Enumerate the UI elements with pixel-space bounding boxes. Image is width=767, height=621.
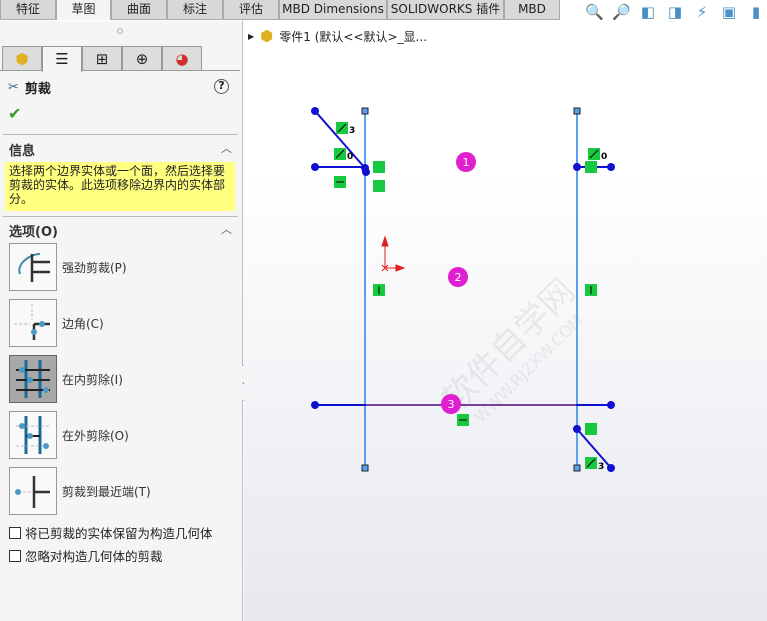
relation-count: 3 [598, 462, 604, 472]
endpoint-handle[interactable] [573, 107, 581, 115]
endpoint-handle[interactable] [361, 464, 369, 472]
coincident-relation-icon[interactable] [585, 161, 597, 173]
zoom-to-fit-icon[interactable]: 🔍 [585, 3, 604, 21]
command-manager-ribbon: 特征 草图 曲面 标注 评估 MBD Dimensions SOLIDWORKS… [0, 0, 767, 21]
configuration-manager-icon[interactable]: ⊞ [82, 46, 122, 71]
trim-away-inside-label: 在内剪除(I) [62, 373, 123, 387]
tab-mbd-dimensions[interactable]: MBD Dimensions [279, 0, 387, 20]
dynamic-annotation-icon[interactable]: ⚡ [693, 3, 711, 21]
relation-count: 0 [601, 152, 607, 162]
options-section-header[interactable]: 选项(O) [9, 221, 58, 240]
coincident-relation-icon[interactable] [373, 161, 385, 173]
trim-icon: ✂ [8, 80, 19, 95]
power-trim-button[interactable] [9, 243, 57, 291]
property-manager-panel: ⬢ ☰ ⊞ ⊕ ◕ ✂ 剪裁 ? ✔ 信息 ︿ 选择两个边界实体或一个面，然后选择… [0, 21, 243, 621]
ok-button[interactable]: ✔ [8, 104, 21, 123]
section-view-icon[interactable]: ◨ [666, 3, 684, 21]
coincident-relation-icon[interactable] [373, 180, 385, 192]
zoom-area-icon[interactable]: 🔎 [612, 3, 631, 21]
chevron-up-icon[interactable]: ︿ [221, 140, 232, 156]
property-manager-icon[interactable]: ☰ [42, 46, 82, 72]
panel-title: 剪裁 [24, 82, 51, 97]
origin-icon [381, 235, 406, 272]
trim-away-inside-icon [16, 360, 50, 398]
relation-count: 3 [349, 126, 355, 136]
coincident-relation-icon[interactable] [585, 423, 597, 435]
endpoint-handle[interactable] [573, 464, 581, 472]
trim-to-closest-icon [15, 476, 50, 508]
tab-sketch[interactable]: 草图 [56, 0, 111, 20]
tab-solidworks-addins[interactable]: SOLIDWORKS 插件 [387, 0, 504, 20]
balloon-number: 2 [455, 271, 462, 284]
tab-evaluate[interactable]: 评估 [223, 0, 279, 20]
checkbox-label: 将已剪裁的实体保留为构造几何体 [25, 526, 213, 541]
appearance-icon[interactable]: ◕ [162, 46, 202, 71]
trim-to-closest-button[interactable] [9, 467, 57, 515]
corner-label: 边角(C) [62, 317, 104, 331]
tab-surfaces[interactable]: 曲面 [111, 0, 167, 20]
balloon-number: 3 [448, 398, 455, 411]
endpoint-handle[interactable] [361, 107, 369, 115]
relation-count: 0 [347, 152, 353, 162]
view-orientation-icon[interactable]: ▣ [720, 3, 738, 21]
corner-button[interactable] [9, 299, 57, 347]
tab-markup[interactable]: 标注 [167, 0, 223, 20]
trim-away-inside-button[interactable] [9, 355, 57, 403]
ignore-construction-trim-checkbox[interactable]: 忽略对构造几何体的剪裁 [9, 546, 163, 565]
help-button[interactable]: ? [214, 79, 229, 94]
dimxpert-icon[interactable]: ⊕ [122, 46, 162, 71]
display-style-icon[interactable]: ▮ [747, 3, 765, 21]
keep-trimmed-as-construction-checkbox[interactable]: 将已剪裁的实体保留为构造几何体 [9, 523, 213, 542]
trim-away-outside-button[interactable] [9, 411, 57, 459]
trim-away-outside-label: 在外剪除(O) [62, 429, 129, 443]
info-section-header[interactable]: 信息 [9, 140, 35, 159]
power-trim-icon [18, 253, 50, 282]
corner-icon [14, 304, 50, 340]
tab-features[interactable]: 特征 [0, 0, 56, 20]
balloon-number: 1 [463, 156, 470, 169]
checkbox-label: 忽略对构造几何体的剪裁 [25, 549, 163, 564]
tab-mbd[interactable]: MBD [504, 0, 560, 20]
trim-to-closest-label: 剪裁到最近端(T) [62, 485, 151, 499]
power-trim-label: 强劲剪裁(P) [62, 261, 127, 275]
panel-grip[interactable] [117, 28, 123, 34]
info-message: 选择两个边界实体或一个面，然后选择要剪裁的实体。此选项移除边界内的实体部分。 [5, 162, 235, 211]
trim-away-outside-icon [16, 416, 50, 454]
feature-manager-icon[interactable]: ⬢ [2, 46, 42, 71]
previous-view-icon[interactable]: ◧ [639, 3, 657, 21]
sketch: 软件自学网 WWW.RJZXW.COM 3 0 0 3 1 2 3 [311, 107, 615, 472]
chevron-up-icon[interactable]: ︿ [221, 221, 232, 237]
